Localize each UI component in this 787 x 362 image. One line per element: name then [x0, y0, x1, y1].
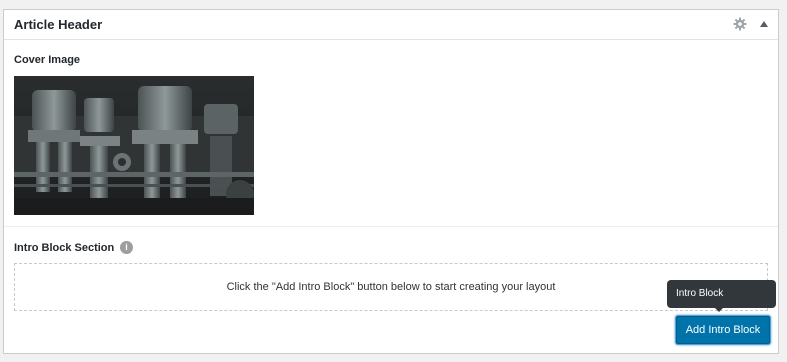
intro-block-dropzone: Click the "Add Intro Block" button below… — [14, 263, 768, 311]
gear-icon[interactable] — [733, 17, 747, 31]
add-intro-block-button[interactable]: Add Intro Block — [676, 316, 770, 344]
triangle-up-icon[interactable] — [759, 20, 769, 28]
tooltip: Intro Block — [667, 280, 776, 308]
dropzone-message: Click the "Add Intro Block" button below… — [226, 281, 556, 293]
cover-image[interactable] — [14, 76, 254, 215]
section-divider — [4, 226, 778, 227]
intro-block-section-label: Intro Block Section — [14, 242, 115, 254]
cover-image-label: Cover Image — [14, 54, 81, 66]
tooltip-arrow — [714, 307, 724, 312]
metabox-title: Article Header — [14, 17, 103, 32]
info-icon[interactable]: i — [120, 241, 133, 254]
article-header-metabox: Article Header Cover Image Intro Block S… — [3, 9, 779, 354]
metabox-header: Article Header — [4, 10, 778, 40]
